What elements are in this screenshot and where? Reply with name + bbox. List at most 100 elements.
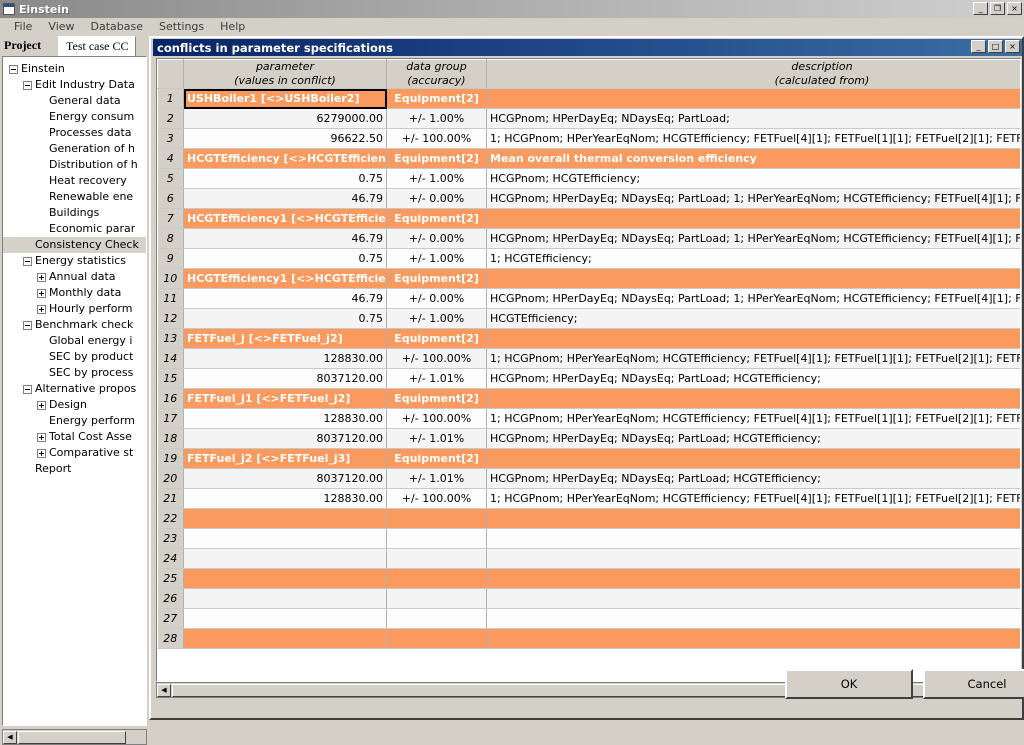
cell-data-group[interactable] xyxy=(386,608,487,629)
collapse-icon[interactable] xyxy=(23,256,32,266)
cell-parameter[interactable]: HCGTEfficiency1 [<>HCGTEfficiency2] xyxy=(183,208,387,229)
close-icon[interactable]: × xyxy=(1007,2,1022,15)
cell-description[interactable] xyxy=(486,628,1020,649)
sidebar-item-processes-data[interactable]: Processes data xyxy=(3,125,146,141)
cell-parameter[interactable]: 128830.00 xyxy=(183,408,387,429)
cell-data-group[interactable] xyxy=(386,548,487,569)
sidebar-item-consistency-check[interactable]: Consistency Check xyxy=(3,237,146,253)
row-number[interactable]: 10 xyxy=(157,268,184,289)
table-row[interactable]: 6 46.79 +/- 0.00% HCGPnom; HPerDayEq; NDays… xyxy=(157,188,1020,209)
row-number[interactable]: 22 xyxy=(157,508,184,529)
dialog-restore-icon[interactable]: □ xyxy=(988,40,1003,53)
row-number[interactable]: 3 xyxy=(157,128,184,149)
cell-parameter[interactable]: 46.79 xyxy=(183,188,387,209)
table-row[interactable]: 12 0.75 +/- 1.00% HCGTEfficiency; xyxy=(157,308,1020,329)
cell-description[interactable] xyxy=(486,528,1020,549)
table-row[interactable]: 5 0.75 +/- 1.00% HCGPnom; HCGTEfficiency; xyxy=(157,168,1020,189)
tab-test-case-cc[interactable]: Test case CC xyxy=(58,36,137,56)
sidebar-item-renewable-ene[interactable]: Renewable ene xyxy=(3,189,146,205)
cell-data-group[interactable]: +/- 1.01% xyxy=(386,428,487,449)
sidebar-item-report[interactable]: Report xyxy=(3,461,146,477)
row-number[interactable]: 16 xyxy=(157,388,184,409)
table-group-row[interactable]: 10HCGTEfficiency1 [<>HCGTEfficiency3]Equ… xyxy=(157,268,1020,289)
cell-parameter[interactable]: 8037120.00 xyxy=(183,428,387,449)
sidebar-item-economic-parar[interactable]: Economic parar xyxy=(3,221,146,237)
row-number[interactable]: 28 xyxy=(157,628,184,649)
cell-description[interactable] xyxy=(486,388,1020,409)
cell-data-group[interactable] xyxy=(386,628,487,649)
cell-data-group[interactable]: Equipment[2] xyxy=(386,448,487,469)
sidebar-item-distribution-of-h[interactable]: Distribution of h xyxy=(3,157,146,173)
cell-description[interactable] xyxy=(486,88,1020,109)
cell-parameter[interactable]: HCGTEfficiency [<>HCGTEfficiency1] xyxy=(183,148,387,169)
cell-description[interactable] xyxy=(486,588,1020,609)
sidebar-item-general-data[interactable]: General data xyxy=(3,93,146,109)
row-number[interactable]: 11 xyxy=(157,288,184,309)
cell-data-group[interactable]: +/- 1.00% xyxy=(386,248,487,269)
sidebar-item-sec-by-process[interactable]: SEC by process xyxy=(3,365,146,381)
cell-description[interactable]: HCGPnom; HPerDayEq; NDaysEq; PartLoad; 1… xyxy=(486,228,1020,249)
table-row[interactable]: 9 0.75 +/- 1.00% 1; HCGTEfficiency; xyxy=(157,248,1020,269)
collapse-icon[interactable] xyxy=(23,80,32,90)
cell-parameter[interactable]: FETFuel_j2 [<>FETFuel_j3] xyxy=(183,448,387,469)
row-number[interactable]: 13 xyxy=(157,328,184,349)
cell-data-group[interactable] xyxy=(386,588,487,609)
sidebar-item-global-energy-i[interactable]: Global energy i xyxy=(3,333,146,349)
sidebar-item-sec-by-product[interactable]: SEC by product xyxy=(3,349,146,365)
cell-data-group[interactable]: Equipment[2] xyxy=(386,388,487,409)
table-group-row[interactable]: 7HCGTEfficiency1 [<>HCGTEfficiency2]Equi… xyxy=(157,208,1020,229)
cell-parameter[interactable]: 8037120.00 xyxy=(183,468,387,489)
cell-data-group[interactable] xyxy=(386,508,487,529)
sidebar-item-benchmark-check[interactable]: Benchmark check xyxy=(3,317,146,333)
table-row[interactable]: 23 xyxy=(157,528,1020,549)
sidebar-item-heat-recovery[interactable]: Heat recovery xyxy=(3,173,146,189)
table-row[interactable]: 11 46.79 +/- 0.00% HCGPnom; HPerDayEq; NDay… xyxy=(157,288,1020,309)
table-group-row[interactable]: 16 FETFuel_j1 [<>FETFuel_j2] Equipment[2] xyxy=(157,388,1020,409)
sidebar-item-comparative-st[interactable]: Comparative st xyxy=(3,445,146,461)
sidebar-item-annual-data[interactable]: Annual data xyxy=(3,269,146,285)
cell-parameter[interactable]: 46.79 xyxy=(183,228,387,249)
column-header-rownum[interactable] xyxy=(157,59,184,89)
cell-data-group[interactable]: +/- 100.00% xyxy=(386,348,487,369)
expand-icon[interactable] xyxy=(37,448,46,458)
sidebar-item-generation-of-h[interactable]: Generation of h xyxy=(3,141,146,157)
sidebar-item-buildings[interactable]: Buildings xyxy=(3,205,146,221)
cell-parameter[interactable] xyxy=(183,528,387,549)
table-row[interactable]: 26 xyxy=(157,588,1020,609)
cell-description[interactable]: 1; HCGPnom; HPerYearEqNom; HCGTEfficienc… xyxy=(486,348,1020,369)
table-row[interactable]: 18 8037120.00 +/- 1.01% HCGPnom; HPerDayEq;… xyxy=(157,428,1020,449)
table-row[interactable]: 14 128830.00 +/- 100.00% 1; HCGPnom; HPerYe… xyxy=(157,348,1020,369)
collapse-icon[interactable] xyxy=(23,320,32,330)
table-row[interactable]: 8 46.79 +/- 0.00% HCGPnom; HPerDayEq; NDays… xyxy=(157,228,1020,249)
table-group-row[interactable]: 1 USHBoiler1 [<>USHBoiler2] Equipment[2] xyxy=(157,88,1020,109)
row-number[interactable]: 17 xyxy=(157,408,184,429)
row-number[interactable]: 21 xyxy=(157,488,184,509)
cell-description[interactable] xyxy=(486,208,1020,229)
cell-description[interactable] xyxy=(486,548,1020,569)
ok-button[interactable]: OK xyxy=(785,669,913,699)
cell-parameter[interactable]: USHBoiler1 [<>USHBoiler2] xyxy=(183,88,387,109)
table-row[interactable]: 27 xyxy=(157,608,1020,629)
scroll-left-arrow-icon[interactable]: ◀ xyxy=(3,730,17,744)
cell-parameter[interactable]: 46.79 xyxy=(183,288,387,309)
menu-item-help[interactable]: Help xyxy=(212,19,253,34)
table-row[interactable]: 2 6279000.00 +/- 1.00% HCGPnom; HPerDayEq; … xyxy=(157,108,1020,129)
cell-description[interactable]: 1; HCGPnom; HPerYearEqNom; HCGTEfficienc… xyxy=(486,488,1020,509)
collapse-icon[interactable] xyxy=(9,64,18,74)
row-number[interactable]: 9 xyxy=(157,248,184,269)
cell-parameter[interactable] xyxy=(183,608,387,629)
cell-parameter[interactable] xyxy=(183,628,387,649)
row-number[interactable]: 5 xyxy=(157,168,184,189)
cell-data-group[interactable]: Equipment[2] xyxy=(386,268,487,289)
expand-icon[interactable] xyxy=(37,288,46,298)
row-number[interactable]: 25 xyxy=(157,568,184,589)
cell-parameter[interactable]: FETFuel_j1 [<>FETFuel_j2] xyxy=(183,388,387,409)
cell-data-group[interactable]: +/- 1.00% xyxy=(386,168,487,189)
sidebar-item-energy-perform[interactable]: Energy perform xyxy=(3,413,146,429)
row-number[interactable]: 19 xyxy=(157,448,184,469)
sidebar-horizontal-scrollbar[interactable]: ◀ xyxy=(2,729,147,745)
cell-parameter[interactable] xyxy=(183,588,387,609)
sidebar-item-design[interactable]: Design xyxy=(3,397,146,413)
table-group-row[interactable]: 22 xyxy=(157,508,1020,529)
navigation-tree[interactable]: Einstein Edit Industry Data General data En… xyxy=(2,56,147,726)
